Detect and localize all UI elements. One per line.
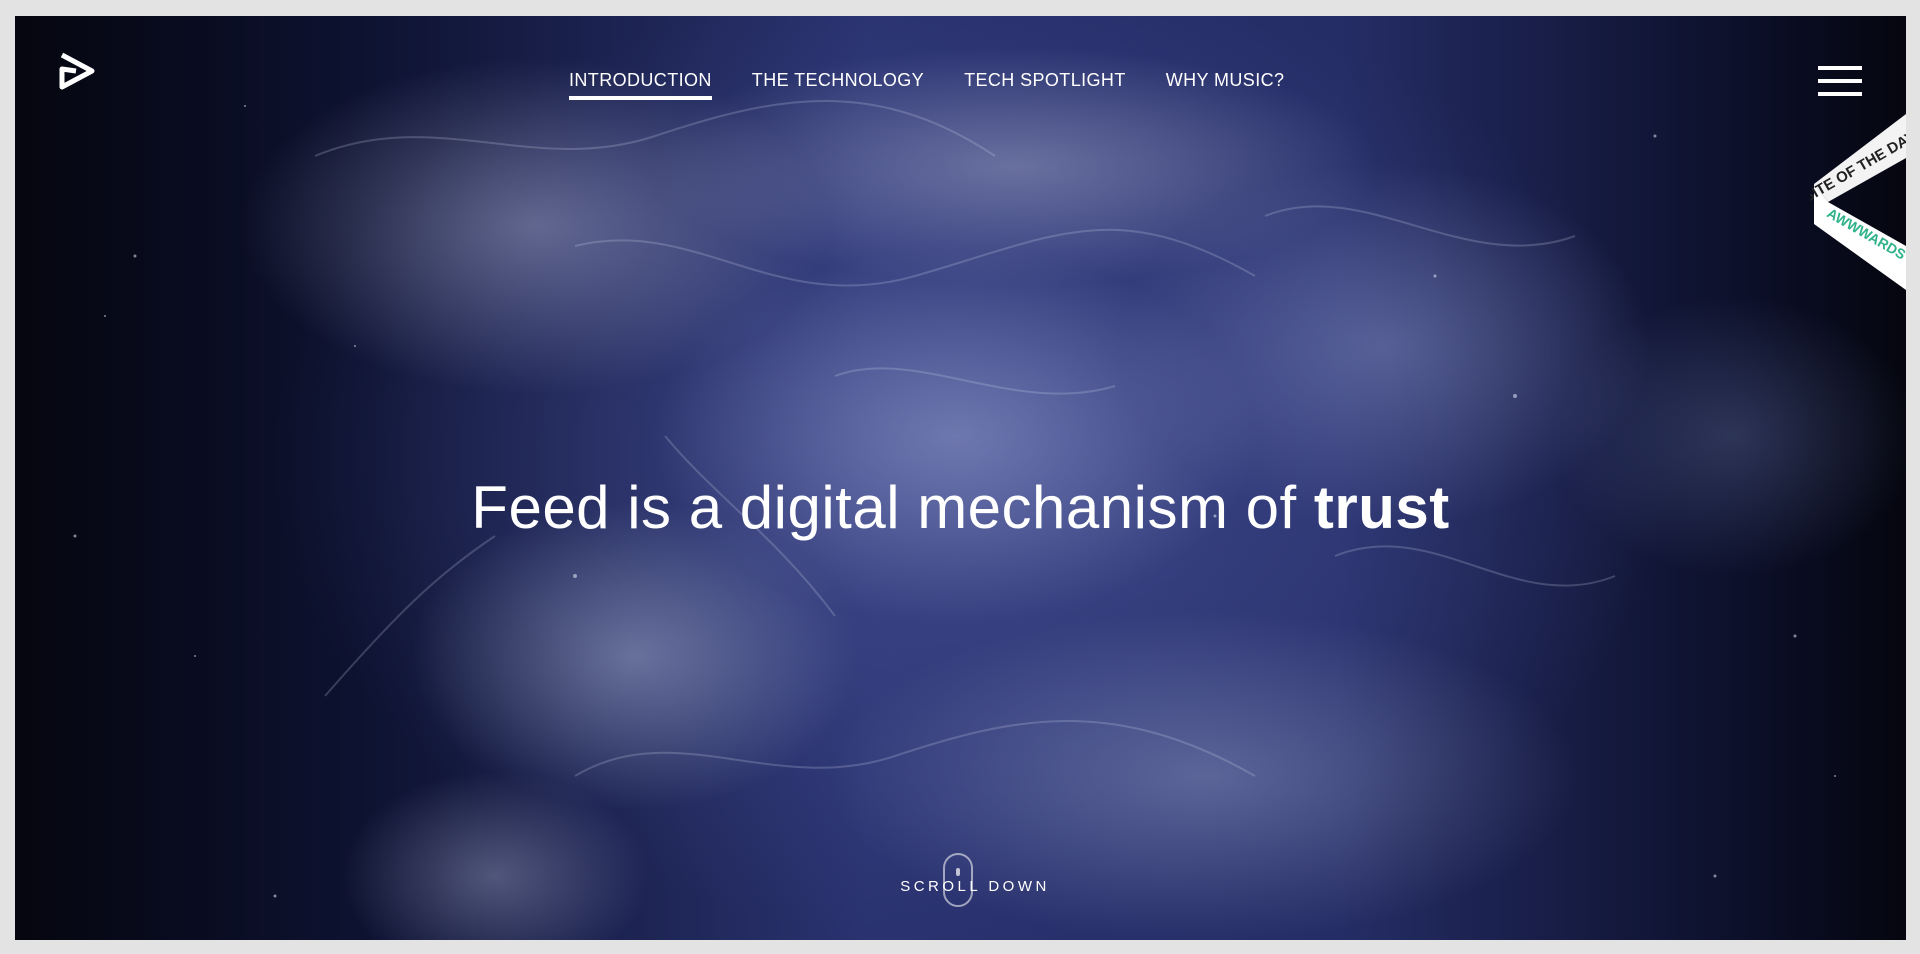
play-logo-icon[interactable]	[54, 49, 98, 93]
nav-why-music[interactable]: WHY MUSIC?	[1166, 70, 1285, 99]
headline-emphasis: trust	[1313, 474, 1450, 542]
nav-introduction[interactable]: INTRODUCTION	[569, 70, 712, 100]
nav-tech-spotlight[interactable]: TECH SPOTLIGHT	[964, 70, 1126, 99]
awwwards-ribbon[interactable]: SITE OF THE DAY AWWWARDS	[1810, 114, 1906, 304]
hamburger-menu-icon[interactable]	[1818, 66, 1862, 98]
headline-text: Feed is a digital mechanism of	[471, 474, 1314, 542]
award-line1: SITE OF THE DAY	[1810, 128, 1906, 206]
main-nav: INTRODUCTION THE TECHNOLOGY TECH SPOTLIG…	[569, 70, 1285, 100]
hero-section: INTRODUCTION THE TECHNOLOGY TECH SPOTLIG…	[15, 16, 1906, 940]
hero-headline: Feed is a digital mechanism of trust	[15, 473, 1906, 542]
nav-the-technology[interactable]: THE TECHNOLOGY	[752, 70, 924, 99]
scroll-down-label: SCROLL DOWN	[900, 878, 1050, 895]
